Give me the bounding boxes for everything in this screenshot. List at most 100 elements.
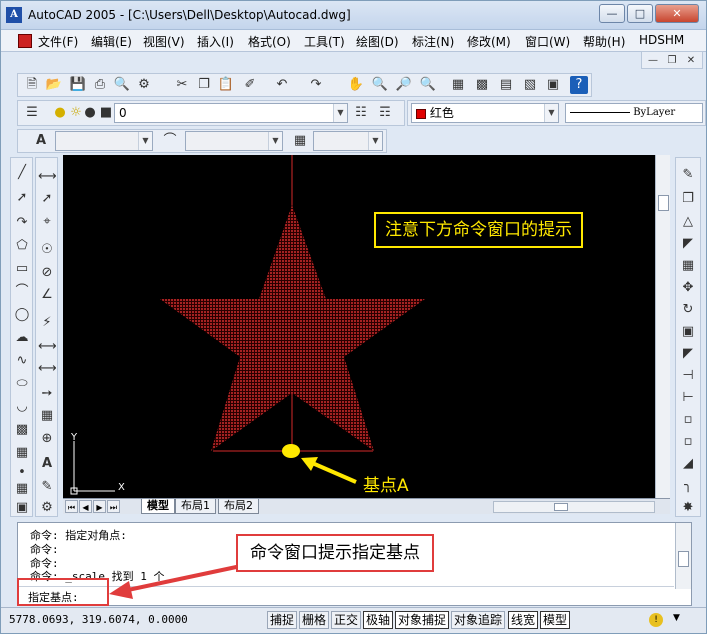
snap-toggle[interactable]: 捕捉 [267, 611, 298, 629]
menu-draw[interactable]: 绘图(D) [356, 33, 399, 50]
extend-icon[interactable]: ⊢ [679, 389, 697, 407]
menu-file[interactable]: 文件(F) [38, 33, 78, 50]
menu-insert[interactable]: 插入(I) [197, 33, 234, 50]
communication-center-icon[interactable]: ! [649, 613, 663, 627]
radius-dimension-icon[interactable]: ☉ [38, 241, 56, 259]
copy-object-icon[interactable]: ❐ [679, 190, 697, 208]
ordinate-dimension-icon[interactable]: ⌖ [38, 213, 56, 231]
polyline-icon[interactable]: ↷ [13, 214, 31, 232]
line-icon[interactable]: ╱ [13, 164, 31, 182]
drawing-area[interactable]: 注意下方命令窗口的提示 基点A Y X [63, 155, 670, 498]
construction-line-icon[interactable]: ➚ [13, 189, 31, 207]
center-mark-icon[interactable]: ⊕ [38, 430, 56, 448]
linear-dimension-icon[interactable]: ⟷ [38, 168, 57, 186]
tab-layout2[interactable]: 布局2 [218, 499, 259, 514]
markup-icon[interactable]: ▣ [544, 76, 562, 94]
offset-icon[interactable]: ◤ [679, 235, 697, 253]
menu-tools[interactable]: 工具(T) [304, 33, 345, 50]
dimension-style-dropdown[interactable]: ▼ [185, 131, 283, 151]
scale-icon[interactable]: ▣ [679, 323, 697, 341]
menu-edit[interactable]: 编辑(E) [91, 33, 132, 50]
stretch-icon[interactable]: ◤ [679, 345, 697, 363]
paste-icon[interactable]: 📋 [217, 76, 235, 94]
tab-layout1[interactable]: 布局1 [175, 499, 216, 514]
dimension-edit-icon[interactable]: A [38, 455, 56, 473]
dimension-style-icon[interactable]: ⌒ [161, 132, 179, 150]
maximize-button[interactable]: □ [627, 4, 653, 23]
diameter-dimension-icon[interactable]: ⊘ [38, 264, 56, 282]
publish-icon[interactable]: ⚙ [135, 76, 153, 94]
print-icon[interactable]: ⎙ [91, 76, 109, 94]
tolerance-icon[interactable]: ▦ [38, 407, 56, 425]
aligned-dimension-icon[interactable]: ➚ [38, 190, 56, 208]
menu-hdshm[interactable]: HDSHM [639, 33, 684, 47]
match-properties-icon[interactable]: ✐ [241, 76, 259, 94]
text-style-dropdown[interactable]: ▼ [55, 131, 153, 151]
break-at-point-icon[interactable]: ▫ [679, 411, 697, 429]
doc-restore-icon[interactable]: ❐ [663, 52, 681, 70]
command-scrollbar[interactable] [675, 523, 691, 589]
model-toggle[interactable]: 模型 [540, 611, 571, 629]
ortho-toggle[interactable]: 正交 [331, 611, 362, 629]
menu-dimension[interactable]: 标注(N) [412, 33, 454, 50]
undo-icon[interactable]: ↶ [273, 76, 291, 94]
polygon-icon[interactable]: ⬠ [13, 237, 31, 255]
layer-previous-icon[interactable]: ☶ [376, 104, 394, 122]
make-layer-current-icon[interactable]: ☷ [352, 104, 370, 122]
drawing-horizontal-scrollbar[interactable] [493, 501, 655, 513]
mirror-icon[interactable]: △ [679, 213, 697, 231]
circle-icon[interactable]: ◯ [13, 306, 31, 324]
table-style-dropdown[interactable]: ▼ [313, 131, 383, 151]
command-scroll-thumb[interactable] [678, 551, 689, 567]
drawing-vertical-scrollbar[interactable] [655, 155, 670, 498]
doc-minimize-icon[interactable]: — [644, 52, 662, 70]
rotate-icon[interactable]: ↻ [679, 301, 697, 319]
first-tab-icon[interactable]: ⏮ [65, 500, 78, 513]
make-block-icon[interactable]: ▦ [13, 444, 31, 462]
layer-dropdown[interactable]: 0 ▼ [114, 103, 348, 123]
table-style-icon[interactable]: ▦ [291, 132, 309, 150]
minimize-button[interactable]: — [599, 4, 625, 23]
zoom-realtime-icon[interactable]: 🔍 [371, 76, 389, 94]
menu-format[interactable]: 格式(O) [248, 33, 291, 50]
ellipse-arc-icon[interactable]: ◡ [13, 398, 31, 416]
document-icon[interactable] [18, 34, 32, 48]
menu-modify[interactable]: 修改(M) [467, 33, 511, 50]
layer-manager-icon[interactable]: ☰ [23, 104, 41, 122]
tab-model[interactable]: 模型 [141, 499, 175, 514]
explode-icon[interactable]: ✸ [679, 499, 697, 517]
cut-icon[interactable]: ✂ [173, 76, 191, 94]
doc-close-icon[interactable]: ✕ [682, 52, 700, 70]
fillet-icon[interactable]: ╮ [679, 477, 697, 495]
break-icon[interactable]: ▫ [679, 433, 697, 451]
horizontal-scroll-thumb[interactable] [554, 503, 568, 511]
trim-icon[interactable]: ⊣ [679, 367, 697, 385]
polar-toggle[interactable]: 极轴 [363, 611, 394, 629]
color-dropdown[interactable]: 红色 ▼ [411, 103, 559, 123]
dimension-update-icon[interactable]: ⚙ [38, 499, 56, 517]
quick-dimension-icon[interactable]: ⚡ [38, 314, 56, 332]
new-file-icon[interactable]: 🗎 [23, 76, 41, 94]
move-icon[interactable]: ✥ [679, 279, 697, 297]
help-icon[interactable]: ? [570, 76, 588, 94]
continue-dimension-icon[interactable]: ⟷ [38, 360, 57, 378]
design-center-icon[interactable]: ▩ [473, 76, 491, 94]
open-file-icon[interactable]: 📂 [45, 76, 63, 94]
plot-preview-icon[interactable]: 🔍 [113, 76, 131, 94]
rectangle-icon[interactable]: ▭ [13, 260, 31, 278]
vertical-scroll-thumb[interactable] [658, 195, 669, 211]
spline-icon[interactable]: ∿ [13, 352, 31, 370]
copy-icon[interactable]: ❐ [195, 76, 213, 94]
pan-icon[interactable]: ✋ [347, 76, 365, 94]
save-icon[interactable]: 💾 [69, 76, 87, 94]
last-tab-icon[interactable]: ⏭ [107, 500, 120, 513]
zoom-window-icon[interactable]: 🔎 [395, 76, 413, 94]
tool-palettes-icon[interactable]: ▤ [497, 76, 515, 94]
grid-toggle[interactable]: 栅格 [299, 611, 330, 629]
revision-cloud-icon[interactable]: ☁ [13, 329, 31, 347]
close-button[interactable]: ✕ [655, 4, 699, 23]
angular-dimension-icon[interactable]: ∠ [38, 286, 56, 304]
insert-block-icon[interactable]: ▩ [13, 421, 31, 439]
otrack-toggle[interactable]: 对象追踪 [451, 611, 506, 629]
menu-view[interactable]: 视图(V) [143, 33, 185, 50]
